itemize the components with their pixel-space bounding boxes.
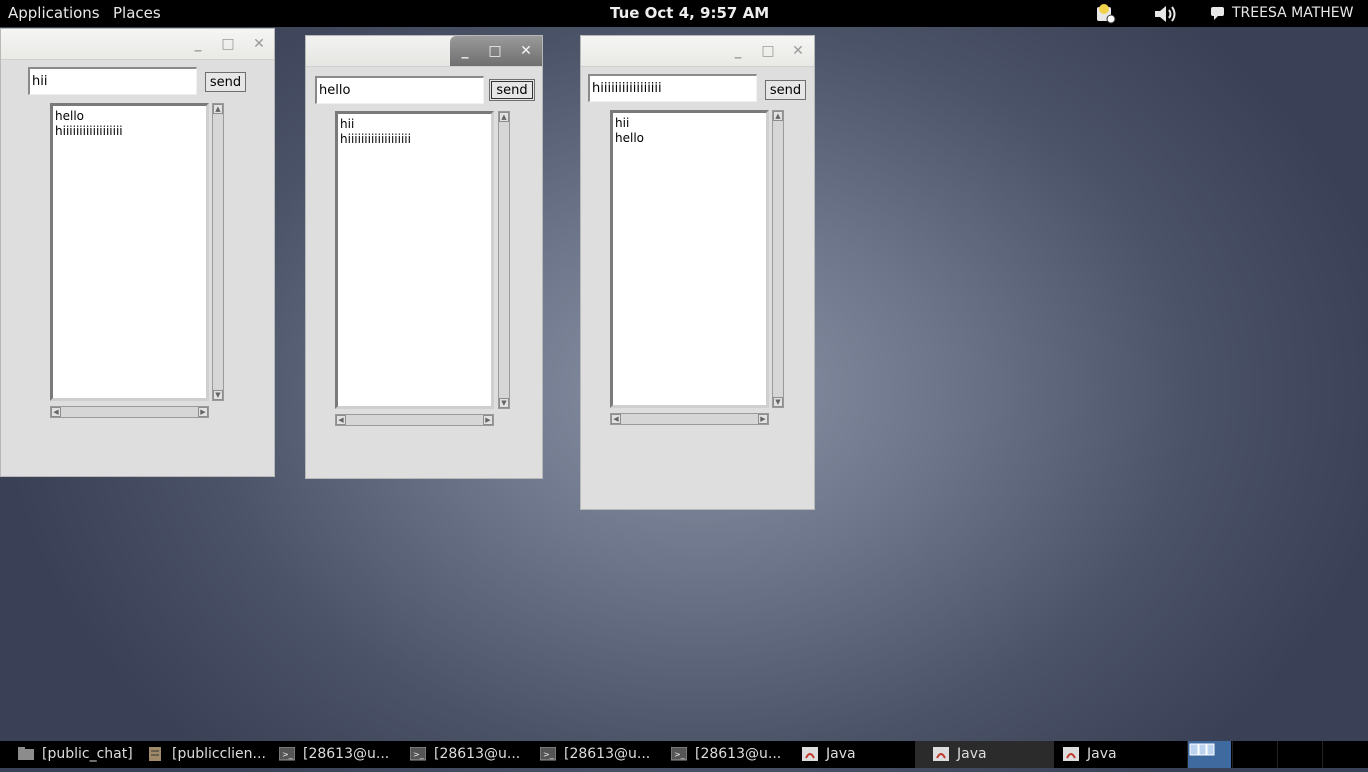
chat-log[interactable]: hii hiiiiiiiiiiiiiiiiiii (335, 111, 494, 409)
scroll-left-icon[interactable]: ◀ (51, 407, 61, 417)
scroll-down-icon[interactable]: ▼ (773, 397, 783, 407)
send-button[interactable]: send (489, 79, 535, 101)
task-label: [28613@u... (564, 746, 651, 762)
send-button[interactable]: send (765, 80, 806, 100)
workspace-4[interactable] (1322, 741, 1366, 768)
java-icon (933, 747, 949, 761)
send-button[interactable]: send (205, 72, 246, 92)
chat-line: hiiiiiiiiiiiiiiiiiii (340, 132, 411, 146)
scroll-right-icon[interactable]: ▶ (198, 407, 208, 417)
chat-line: hiiiiiiiiiiiiiiiiii (55, 124, 123, 138)
window-controls: _ □ ✕ (450, 36, 542, 66)
message-input[interactable] (588, 74, 757, 102)
window-titlebar[interactable]: _ □ ✕ (581, 36, 814, 67)
task-java-1[interactable]: Java (784, 741, 914, 768)
minimize-icon[interactable]: _ (456, 42, 474, 60)
terminal-icon: >_ (410, 747, 426, 761)
scroll-up-icon[interactable]: ▲ (213, 104, 223, 114)
task-java-2[interactable]: Java (915, 741, 1054, 768)
task-publicclient[interactable]: [publicclien... (130, 741, 266, 768)
top-panel: Applications Places Tue Oct 4, 9:57 AM T… (0, 0, 1368, 27)
maximize-icon[interactable]: □ (486, 42, 504, 60)
terminal-icon: >_ (540, 747, 556, 761)
svg-text:>_: >_ (282, 750, 294, 759)
horizontal-scrollbar[interactable]: ◀ ▶ (335, 414, 494, 426)
chat-window-2: _ □ ✕ send hii hiiiiiiiiiiiiiiiiiii ▲ ▼ … (305, 35, 543, 479)
message-input[interactable] (28, 67, 197, 95)
clock[interactable]: Tue Oct 4, 9:57 AM (610, 4, 769, 22)
chat-window-3: _ □ ✕ send hii hello ▲ ▼ ◀ ▶ (580, 35, 815, 510)
window-titlebar[interactable]: _ □ ✕ (306, 36, 542, 67)
chat-status-icon[interactable] (1210, 5, 1226, 25)
scroll-right-icon[interactable]: ▶ (483, 415, 493, 425)
terminal-icon: >_ (279, 747, 295, 761)
java-icon (1063, 747, 1079, 761)
user-menu[interactable]: TREESA MATHEW (1232, 5, 1353, 21)
svg-text:>_: >_ (413, 750, 425, 759)
task-label: Java (826, 746, 856, 762)
chat-line: hii (615, 116, 630, 130)
task-label: [28613@u... (434, 746, 521, 762)
task-label: [28613@u... (303, 746, 390, 762)
task-terminal-4[interactable]: >_ [28613@u... (653, 741, 785, 768)
workspace-3[interactable] (1277, 741, 1321, 768)
workspace-1[interactable] (1187, 741, 1231, 768)
task-java-3[interactable]: Java (1045, 741, 1180, 768)
task-label: [publicclien... (172, 746, 266, 762)
vertical-scrollbar[interactable]: ▲ ▼ (212, 103, 224, 401)
chat-log[interactable]: hello hiiiiiiiiiiiiiiiiii (50, 103, 209, 401)
terminal-icon: >_ (671, 747, 687, 761)
vertical-scrollbar[interactable]: ▲ ▼ (498, 111, 510, 409)
volume-icon[interactable] (1153, 3, 1179, 29)
applications-menu[interactable]: Applications (8, 4, 100, 22)
scroll-down-icon[interactable]: ▼ (213, 390, 223, 400)
svg-text:>_: >_ (674, 750, 686, 759)
horizontal-scrollbar[interactable]: ◀ ▶ (610, 413, 769, 425)
java-icon (802, 747, 818, 761)
chat-line: hello (615, 131, 644, 145)
scroll-left-icon[interactable]: ◀ (336, 415, 346, 425)
task-terminal-2[interactable]: >_ [28613@u... (392, 741, 524, 768)
workspace-2[interactable] (1232, 741, 1276, 768)
minimize-icon[interactable]: _ (729, 42, 747, 60)
task-label: Java (957, 746, 987, 762)
close-icon[interactable]: ✕ (517, 42, 535, 60)
svg-text:>_: >_ (543, 750, 555, 759)
workspace-windows-icon (1189, 743, 1215, 756)
chat-window-1: _ □ ✕ send hello hiiiiiiiiiiiiiiiiii ▲ ▼… (0, 28, 275, 477)
task-terminal-3[interactable]: >_ [28613@u... (522, 741, 654, 768)
text-editor-icon (149, 747, 161, 761)
task-public-chat[interactable]: [public_chat] (0, 741, 136, 768)
scroll-right-icon[interactable]: ▶ (758, 414, 768, 424)
minimize-icon[interactable]: _ (189, 35, 207, 53)
task-label: Java (1087, 746, 1117, 762)
task-terminal-1[interactable]: >_ [28613@u... (261, 741, 393, 768)
chat-line: hello (55, 109, 84, 123)
horizontal-scrollbar[interactable]: ◀ ▶ (50, 406, 209, 418)
scroll-up-icon[interactable]: ▲ (773, 111, 783, 121)
close-icon[interactable]: ✕ (789, 42, 807, 60)
scroll-down-icon[interactable]: ▼ (499, 398, 509, 408)
folder-icon (18, 747, 34, 760)
notification-icon[interactable] (1094, 3, 1118, 29)
taskbar: [public_chat] [publicclien... >_ [28613@… (0, 741, 1368, 768)
scroll-left-icon[interactable]: ◀ (611, 414, 621, 424)
places-menu[interactable]: Places (113, 4, 161, 22)
task-label: [public_chat] (42, 746, 133, 762)
chat-log[interactable]: hii hello (610, 110, 769, 408)
maximize-icon[interactable]: □ (759, 42, 777, 60)
window-titlebar[interactable]: _ □ ✕ (1, 29, 274, 60)
maximize-icon[interactable]: □ (219, 35, 237, 53)
scroll-up-icon[interactable]: ▲ (499, 112, 509, 122)
chat-line: hii (340, 117, 355, 131)
close-icon[interactable]: ✕ (250, 35, 268, 53)
vertical-scrollbar[interactable]: ▲ ▼ (772, 110, 784, 408)
message-input[interactable] (315, 76, 484, 104)
task-label: [28613@u... (695, 746, 782, 762)
